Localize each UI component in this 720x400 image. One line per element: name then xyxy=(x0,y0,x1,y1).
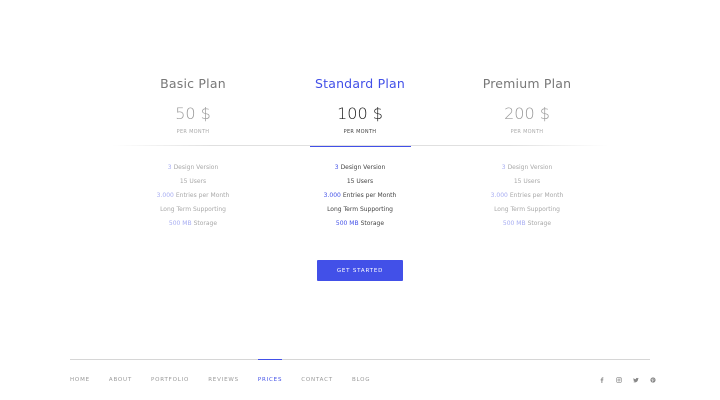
footer-divider xyxy=(70,359,650,360)
feature-number: 500 MB xyxy=(502,220,526,227)
feature-item: 15 Users xyxy=(110,178,276,186)
social-links xyxy=(590,375,658,385)
pinterest-icon[interactable] xyxy=(648,375,658,385)
feature-text: Design Version xyxy=(340,164,386,171)
feature-text: Long Term Supporting xyxy=(160,206,226,213)
plan-title: Basic Plan xyxy=(160,76,226,91)
plan-price: 100 $ xyxy=(337,104,383,123)
feature-number: 3 xyxy=(167,164,172,171)
plan-period: PER MONTH xyxy=(510,129,544,135)
feature-number: 3 xyxy=(501,164,506,171)
feature-number: 500 MB xyxy=(168,220,192,227)
plan-features: 3 Design Version 15 Users 3.000 Entries pe… xyxy=(110,164,610,234)
feature-text: Storage xyxy=(193,220,218,227)
instagram-icon[interactable] xyxy=(614,375,624,385)
plans-divider xyxy=(112,145,608,146)
features-basic: 3 Design Version 15 Users 3.000 Entries pe… xyxy=(110,164,276,234)
footer-nav: HOME ABOUT PORTFOLIO REVIEWS PRICES CONT… xyxy=(70,359,389,384)
feature-text: Design Version xyxy=(507,164,553,171)
nav-home[interactable]: HOME xyxy=(70,376,90,384)
plan-price: 200 $ xyxy=(504,104,550,123)
feature-item: 500 MB Storage xyxy=(444,220,610,228)
get-started-button[interactable]: GET STARTED xyxy=(317,260,403,281)
nav-about[interactable]: ABOUT xyxy=(109,376,132,384)
feature-item: 3 Design Version xyxy=(277,164,443,172)
nav-prices[interactable]: PRICES xyxy=(257,359,283,384)
feature-item: Long Term Supporting xyxy=(110,206,276,214)
feature-item: 15 Users xyxy=(444,178,610,186)
feature-item: 3 Design Version xyxy=(444,164,610,172)
feature-item: 500 MB Storage xyxy=(110,220,276,228)
feature-text: Long Term Supporting xyxy=(327,206,393,213)
feature-number: 500 MB xyxy=(335,220,359,227)
plan-title: Standard Plan xyxy=(314,76,406,91)
feature-number: 3.000 xyxy=(490,192,508,199)
feature-text: Storage xyxy=(527,220,552,227)
plan-standard[interactable]: Standard Plan 100 $ PER MONTH xyxy=(277,76,443,147)
features-standard: 3 Design Version 15 Users 3.000 Entries pe… xyxy=(277,164,443,234)
plan-period: PER MONTH xyxy=(343,129,377,135)
feature-text: Design Version xyxy=(173,164,219,171)
features-premium: 3 Design Version 15 Users 3.000 Entries pe… xyxy=(444,164,610,234)
feature-item: 3.000 Entries per Month xyxy=(444,192,610,200)
feature-item: 500 MB Storage xyxy=(277,220,443,228)
feature-text: Storage xyxy=(360,220,385,227)
feature-item: 3 Design Version xyxy=(110,164,276,172)
feature-text: 15 Users xyxy=(179,178,207,185)
feature-text: Long Term Supporting xyxy=(494,206,560,213)
nav-contact[interactable]: CONTACT xyxy=(301,376,333,384)
plan-basic[interactable]: Basic Plan 50 $ PER MONTH xyxy=(110,76,276,136)
pricing-page: Basic Plan 50 $ PER MONTH Standard Plan … xyxy=(0,0,720,400)
feature-text: 15 Users xyxy=(513,178,541,185)
feature-item: 15 Users xyxy=(277,178,443,186)
feature-item: 3.000 Entries per Month xyxy=(110,192,276,200)
nav-blog[interactable]: BLOG xyxy=(352,376,370,384)
feature-text: Entries per Month xyxy=(509,192,564,199)
feature-text: 15 Users xyxy=(346,178,374,185)
feature-text: Entries per Month xyxy=(175,192,230,199)
twitter-icon[interactable] xyxy=(631,375,641,385)
feature-number: 3 xyxy=(334,164,339,171)
pricing-plans: Basic Plan 50 $ PER MONTH Standard Plan … xyxy=(110,76,610,147)
feature-item: Long Term Supporting xyxy=(277,206,443,214)
facebook-icon[interactable] xyxy=(597,375,607,385)
plan-period: PER MONTH xyxy=(176,129,210,135)
feature-item: Long Term Supporting xyxy=(444,206,610,214)
feature-number: 3.000 xyxy=(323,192,341,199)
feature-item: 3.000 Entries per Month xyxy=(277,192,443,200)
nav-portfolio[interactable]: PORTFOLIO xyxy=(151,376,189,384)
feature-text: Entries per Month xyxy=(342,192,397,199)
feature-number: 3.000 xyxy=(156,192,174,199)
plan-premium[interactable]: Premium Plan 200 $ PER MONTH xyxy=(444,76,610,136)
nav-reviews[interactable]: REVIEWS xyxy=(208,376,239,384)
plan-title: Premium Plan xyxy=(482,76,572,91)
plan-price: 50 $ xyxy=(175,104,211,123)
